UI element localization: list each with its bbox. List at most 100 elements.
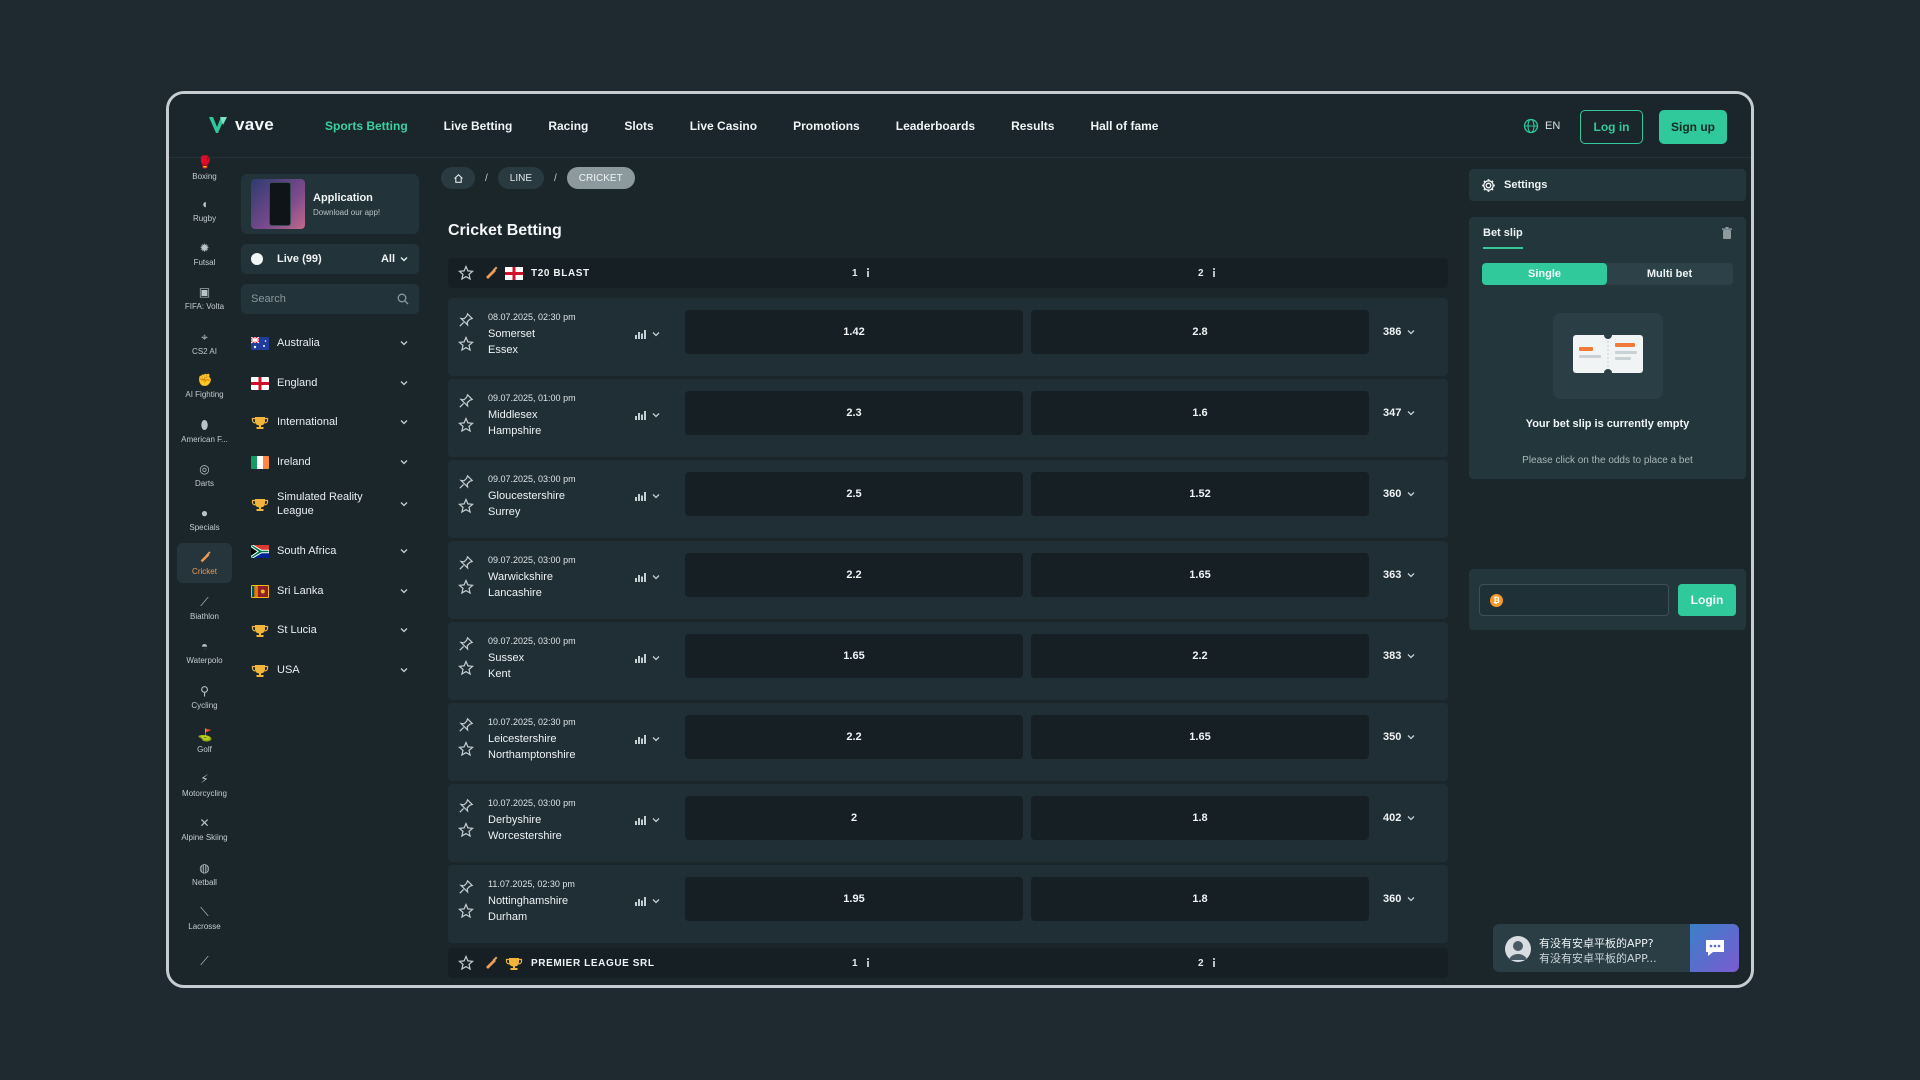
- more-markets-button[interactable]: 350: [1383, 731, 1416, 743]
- pin-icon[interactable]: [458, 798, 474, 814]
- stake-input[interactable]: ₿: [1479, 584, 1669, 616]
- statistics-toggle[interactable]: [634, 733, 661, 745]
- breadcrumb-line[interactable]: LINE: [497, 167, 545, 189]
- odds-away-button[interactable]: 2.8: [1031, 310, 1369, 354]
- logo[interactable]: vave: [207, 114, 274, 136]
- star-icon[interactable]: [458, 955, 474, 971]
- star-icon[interactable]: [458, 498, 474, 514]
- live-toggle[interactable]: [251, 253, 263, 265]
- info-icon[interactable]: [1210, 267, 1218, 279]
- breadcrumb-home[interactable]: [441, 167, 475, 189]
- pin-icon[interactable]: [458, 393, 474, 409]
- sport-biathlon[interactable]: ⟋ Biathlon: [177, 588, 232, 628]
- nav-racing[interactable]: Racing: [548, 119, 588, 133]
- odds-away-button[interactable]: 1.8: [1031, 877, 1369, 921]
- country-st-lucia[interactable]: St Lucia: [241, 614, 419, 646]
- sport-cricket[interactable]: Cricket: [177, 543, 232, 583]
- trash-icon[interactable]: [1720, 226, 1734, 240]
- login-button[interactable]: Log in: [1580, 110, 1643, 144]
- more-markets-button[interactable]: 347: [1383, 407, 1416, 419]
- statistics-toggle[interactable]: [634, 895, 661, 907]
- odds-away-button[interactable]: 2.2: [1031, 634, 1369, 678]
- tab-single[interactable]: Single: [1482, 263, 1607, 285]
- country-ireland[interactable]: Ireland: [241, 446, 419, 478]
- sport-ai-fighting[interactable]: ✊ AI Fighting: [177, 366, 232, 406]
- country-england[interactable]: England: [241, 367, 419, 399]
- odds-away-button[interactable]: 1.52: [1031, 472, 1369, 516]
- settings-button[interactable]: Settings: [1469, 169, 1746, 201]
- more-markets-button[interactable]: 363: [1383, 569, 1416, 581]
- sport-rugby[interactable]: ◖ Rugby: [177, 190, 232, 230]
- odds-home-button[interactable]: 2: [685, 796, 1023, 840]
- sport-motorcycling[interactable]: ⚡ Motorcycling: [177, 765, 232, 805]
- pin-icon[interactable]: [458, 879, 474, 895]
- sport-waterpolo[interactable]: ◓ Waterpolo: [177, 632, 232, 672]
- nav-results[interactable]: Results: [1011, 119, 1054, 133]
- info-icon[interactable]: [864, 267, 872, 279]
- nav-live-betting[interactable]: Live Betting: [444, 119, 513, 133]
- nav-leaderboards[interactable]: Leaderboards: [896, 119, 975, 133]
- chat-widget[interactable]: 有没有安卓平板的APP? 有没有安卓平板的APP...: [1493, 924, 1739, 972]
- nav-slots[interactable]: Slots: [624, 119, 653, 133]
- chat-open-button[interactable]: [1690, 924, 1739, 972]
- nav-hall-of-fame[interactable]: Hall of fame: [1090, 119, 1158, 133]
- odds-home-button[interactable]: 2.3: [685, 391, 1023, 435]
- star-icon[interactable]: [458, 417, 474, 433]
- odds-home-button[interactable]: 1.95: [685, 877, 1023, 921]
- country-sri-lanka[interactable]: Sri Lanka: [241, 575, 419, 607]
- country-australia[interactable]: Australia: [241, 327, 419, 359]
- odds-home-button[interactable]: 1.42: [685, 310, 1023, 354]
- tab-multi-bet[interactable]: Multi bet: [1607, 263, 1732, 285]
- info-icon[interactable]: [864, 957, 872, 969]
- more-markets-button[interactable]: 402: [1383, 812, 1416, 824]
- star-icon[interactable]: [458, 579, 474, 595]
- signup-button[interactable]: Sign up: [1659, 110, 1727, 144]
- sport-more[interactable]: ⟋: [177, 942, 232, 982]
- sport-darts[interactable]: ◎ Darts: [177, 455, 232, 495]
- pin-icon[interactable]: [458, 636, 474, 652]
- live-filter-dropdown[interactable]: All: [381, 253, 409, 265]
- star-icon[interactable]: [458, 265, 474, 281]
- language-selector[interactable]: EN: [1523, 118, 1560, 134]
- breadcrumb-cricket[interactable]: CRICKET: [566, 167, 635, 189]
- star-icon[interactable]: [458, 660, 474, 676]
- sport-netball[interactable]: ◍ Netball: [177, 854, 232, 894]
- search-icon[interactable]: [397, 293, 409, 305]
- sport-cs2-ai[interactable]: ⌖ CS2 AI: [177, 323, 232, 363]
- odds-away-button[interactable]: 1.6: [1031, 391, 1369, 435]
- statistics-toggle[interactable]: [634, 652, 661, 664]
- sport-american-f[interactable]: ⬮ American F...: [177, 411, 232, 451]
- sport-golf[interactable]: ⛳ Golf: [177, 721, 232, 761]
- sport-fifa-volta[interactable]: ▣ FIFA: Volta: [177, 278, 232, 318]
- pin-icon[interactable]: [458, 312, 474, 328]
- pin-icon[interactable]: [458, 555, 474, 571]
- more-markets-button[interactable]: 360: [1383, 893, 1416, 905]
- odds-away-button[interactable]: 1.65: [1031, 553, 1369, 597]
- sport-boxing[interactable]: 🥊 Boxing: [177, 148, 232, 188]
- country-usa[interactable]: USA: [241, 654, 419, 686]
- statistics-toggle[interactable]: [634, 409, 661, 421]
- odds-home-button[interactable]: 2.5: [685, 472, 1023, 516]
- country-simulated-reality-league[interactable]: Simulated Reality League: [241, 488, 419, 520]
- more-markets-button[interactable]: 386: [1383, 326, 1416, 338]
- country-south-africa[interactable]: South Africa: [241, 535, 419, 567]
- country-international[interactable]: International: [241, 406, 419, 438]
- statistics-toggle[interactable]: [634, 814, 661, 826]
- more-markets-button[interactable]: 383: [1383, 650, 1416, 662]
- statistics-toggle[interactable]: [634, 490, 661, 502]
- more-markets-button[interactable]: 360: [1383, 488, 1416, 500]
- odds-home-button[interactable]: 2.2: [685, 715, 1023, 759]
- sport-futsal[interactable]: ✹ Futsal: [177, 234, 232, 274]
- sport-cycling[interactable]: ⚲ Cycling: [177, 677, 232, 717]
- statistics-toggle[interactable]: [634, 328, 661, 340]
- pin-icon[interactable]: [458, 717, 474, 733]
- search-input[interactable]: [251, 293, 381, 305]
- pin-icon[interactable]: [458, 474, 474, 490]
- odds-away-button[interactable]: 1.8: [1031, 796, 1369, 840]
- sport-alpine-skiing[interactable]: ✕ Alpine Skiing: [177, 809, 232, 849]
- app-download-banner[interactable]: Application Download our app!: [241, 174, 419, 234]
- nav-live-casino[interactable]: Live Casino: [690, 119, 757, 133]
- odds-away-button[interactable]: 1.65: [1031, 715, 1369, 759]
- star-icon[interactable]: [458, 741, 474, 757]
- login-submit-button[interactable]: Login: [1678, 584, 1736, 616]
